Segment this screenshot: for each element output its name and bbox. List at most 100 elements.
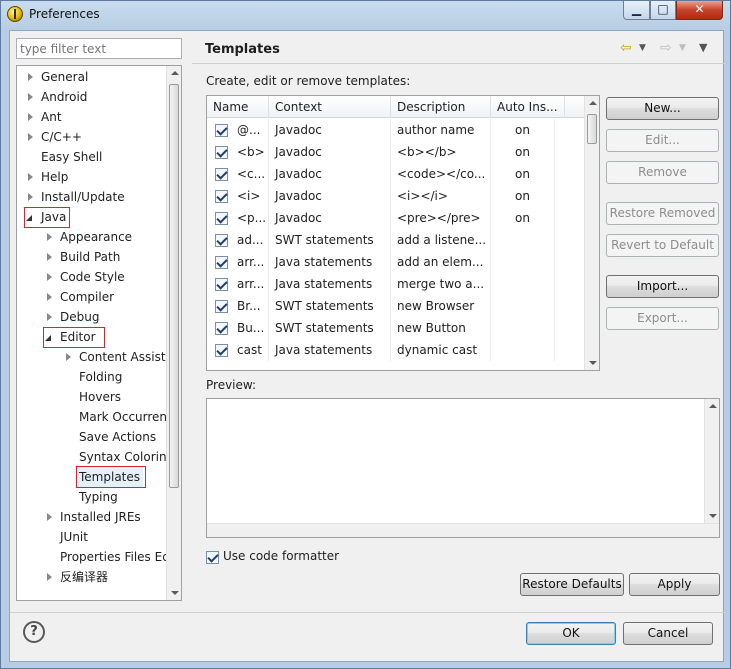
expand-arrow-icon[interactable] [28, 193, 33, 201]
expand-arrow-icon[interactable] [47, 273, 52, 281]
template-enabled-checkbox[interactable] [215, 344, 228, 357]
cell-description: <pre></pre> [391, 207, 491, 229]
table-row[interactable]: @... Javadoc author name on [207, 119, 585, 141]
template-enabled-checkbox[interactable] [215, 278, 228, 291]
minimize-button[interactable]: ▁ [623, 1, 650, 20]
table-row[interactable]: <b> Javadoc <b></b> on [207, 141, 585, 163]
preference-tree: General Android Ant C/C++ Easy Shell Hel… [16, 65, 182, 601]
template-enabled-checkbox[interactable] [215, 300, 228, 313]
table-row[interactable]: ad... SWT statements add a listene... [207, 229, 585, 251]
filter-input[interactable] [16, 38, 182, 59]
forward-menu-icon[interactable]: ▼ [679, 40, 686, 56]
table-row[interactable]: arr... Java statements add an elem... [207, 251, 585, 273]
cell-name: <i> [233, 185, 269, 207]
table-scrollbar[interactable] [584, 96, 599, 370]
use-code-formatter-checkbox[interactable] [206, 551, 219, 564]
cell-name: Br... [233, 295, 269, 317]
tree-item-label: Mark Occurrences [79, 410, 167, 424]
column-header-context[interactable]: Context [269, 96, 391, 118]
cell-description: author name [391, 119, 491, 141]
highlight-java [24, 207, 70, 228]
preview-hscrollbar[interactable] [207, 523, 719, 537]
preview-area[interactable] [206, 398, 720, 538]
table-row[interactable]: <i> Javadoc <i></i> on [207, 185, 585, 207]
cell-description: add a listene... [391, 229, 491, 251]
table-row[interactable]: <c... Javadoc <code></co... on [207, 163, 585, 185]
cell-auto-insert: on [491, 207, 555, 229]
scroll-down-icon[interactable] [589, 361, 597, 365]
cancel-button[interactable]: Cancel [623, 622, 713, 645]
edit-button[interactable]: Edit... [606, 129, 719, 152]
expand-arrow-icon[interactable] [47, 573, 52, 581]
column-header-name[interactable]: Name [207, 96, 269, 118]
template-enabled-checkbox[interactable] [215, 322, 228, 335]
cell-auto-insert [491, 339, 555, 361]
export-button[interactable]: Export... [606, 307, 719, 330]
table-scroll-thumb[interactable] [587, 114, 597, 144]
close-button[interactable]: ✕ [676, 1, 723, 20]
scroll-up-icon[interactable] [709, 404, 717, 408]
revert-to-default-button[interactable]: Revert to Default [606, 234, 719, 257]
template-enabled-checkbox[interactable] [215, 212, 228, 225]
template-enabled-checkbox[interactable] [215, 168, 228, 181]
cell-context: Javadoc [269, 185, 391, 207]
expand-arrow-icon[interactable] [28, 113, 33, 121]
template-enabled-checkbox[interactable] [215, 256, 228, 269]
apply-button[interactable]: Apply [629, 573, 720, 596]
table-row[interactable]: Br... SWT statements new Browser [207, 295, 585, 317]
preferences-window: Preferences ▁ □ ✕ General Android Ant C/… [0, 0, 731, 669]
maximize-button[interactable]: □ [650, 1, 676, 20]
expand-arrow-icon[interactable] [47, 253, 52, 261]
restore-removed-button[interactable]: Restore Removed [606, 202, 719, 225]
expand-arrow-icon[interactable] [47, 293, 52, 301]
tree-item-label: General [41, 70, 89, 84]
view-menu-icon[interactable]: ▼ [699, 40, 707, 56]
tree-item-label: C/C++ [41, 130, 82, 144]
expand-arrow-icon[interactable] [28, 133, 33, 141]
template-enabled-checkbox[interactable] [215, 146, 228, 159]
scroll-down-icon[interactable] [171, 591, 179, 595]
ok-button[interactable]: OK [526, 622, 616, 645]
new-button[interactable]: New... [606, 97, 719, 120]
expand-arrow-icon[interactable] [28, 73, 33, 81]
expand-arrow-icon[interactable] [28, 93, 33, 101]
tree-item-label: Syntax Coloring [79, 450, 167, 464]
tree-item-label: 反编译器 [60, 570, 109, 584]
column-header-description[interactable]: Description [391, 96, 491, 118]
template-enabled-checkbox[interactable] [215, 234, 228, 247]
page-description: Create, edit or remove templates: [206, 74, 411, 88]
scroll-down-icon[interactable] [709, 514, 717, 518]
cell-description: dynamic cast [391, 339, 491, 361]
forward-icon[interactable]: ⇨ [660, 40, 672, 56]
tree-scrollbar[interactable] [166, 66, 181, 600]
template-enabled-checkbox[interactable] [215, 190, 228, 203]
table-row[interactable]: Bu... SWT statements new Button [207, 317, 585, 339]
table-row[interactable]: <p... Javadoc <pre></pre> on [207, 207, 585, 229]
tree-item-label: Install/Update [41, 190, 125, 204]
title-bar[interactable]: Preferences ▁ □ ✕ [1, 1, 730, 29]
cell-description: new Browser [391, 295, 491, 317]
scroll-up-icon[interactable] [171, 71, 179, 75]
help-icon[interactable]: ? [23, 621, 45, 643]
back-menu-icon[interactable]: ▼ [639, 40, 646, 56]
cell-description: new Button [391, 317, 491, 339]
tree-scroll-thumb[interactable] [169, 84, 179, 488]
table-row[interactable]: cast Java statements dynamic cast [207, 339, 585, 361]
preview-vscrollbar[interactable] [704, 399, 719, 523]
expand-arrow-icon[interactable] [66, 353, 71, 361]
cell-auto-insert: on [491, 163, 555, 185]
column-header-auto-insert[interactable]: Auto Ins... [491, 96, 565, 118]
restore-defaults-button[interactable]: Restore Defaults [520, 573, 624, 596]
remove-button[interactable]: Remove [606, 161, 719, 184]
back-icon[interactable]: ⇦ [620, 40, 632, 56]
import-button[interactable]: Import... [606, 275, 719, 298]
table-row[interactable]: arr... Java statements merge two a... [207, 273, 585, 295]
cell-context: SWT statements [269, 229, 391, 251]
expand-arrow-icon[interactable] [47, 313, 52, 321]
expand-arrow-icon[interactable] [47, 513, 52, 521]
expand-arrow-icon[interactable] [28, 173, 33, 181]
cell-name: <c... [233, 163, 269, 185]
scroll-up-icon[interactable] [589, 101, 597, 105]
expand-arrow-icon[interactable] [47, 233, 52, 241]
template-enabled-checkbox[interactable] [215, 124, 228, 137]
